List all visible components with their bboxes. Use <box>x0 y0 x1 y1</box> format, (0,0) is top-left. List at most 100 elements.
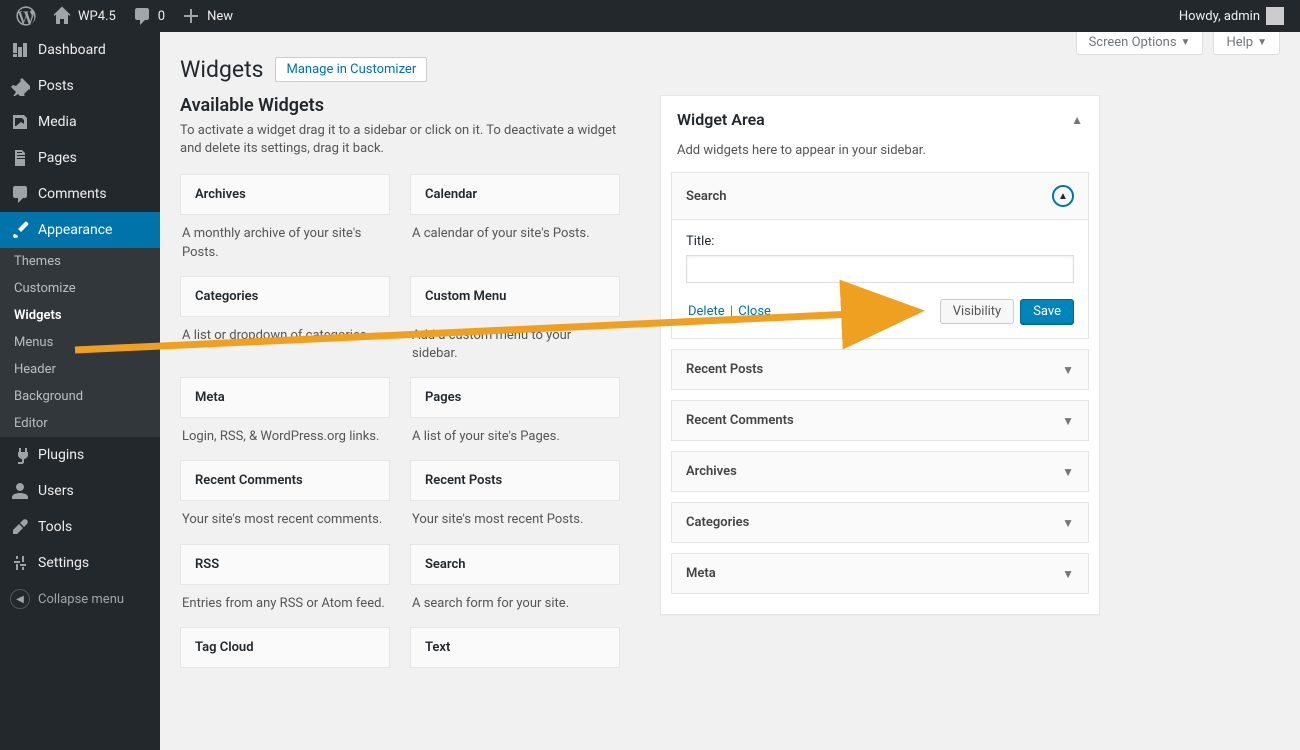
sidebar-item-label: Settings <box>38 555 89 571</box>
sidebar-widget: Archives▼ <box>671 451 1089 492</box>
available-widget[interactable]: Text <box>410 627 620 668</box>
pages-icon <box>10 148 30 168</box>
widget-name: Custom Menu <box>410 276 620 317</box>
available-widget[interactable]: Recent PostsYour site's most recent Post… <box>410 460 620 529</box>
available-widget[interactable]: ArchivesA monthly archive of your site's… <box>180 174 390 261</box>
sidebar-item-label: Comments <box>38 186 107 202</box>
pin-icon <box>10 76 30 96</box>
chevron-down-icon: ▼ <box>1257 37 1267 48</box>
sub-item-widgets[interactable]: Widgets <box>0 302 160 329</box>
screen-options-tab[interactable]: Screen Options▼ <box>1076 32 1204 55</box>
help-label: Help <box>1226 35 1253 50</box>
sidebar-widget-search: Search ▲ Title: Delete | Close <box>671 172 1089 339</box>
close-link[interactable]: Close <box>738 304 771 319</box>
widget-desc: A monthly archive of your site's Posts. <box>180 215 390 261</box>
widget-desc: A list of your site's Pages. <box>410 418 620 446</box>
available-widget[interactable]: Custom MenuAdd a custom menu to your sid… <box>410 276 620 363</box>
sub-item-editor[interactable]: Editor <box>0 410 160 437</box>
settings-icon <box>10 553 30 573</box>
comments-menu[interactable]: 0 <box>124 0 173 32</box>
available-widget[interactable]: Tag Cloud <box>180 627 390 668</box>
sidebar-item-appearance[interactable]: Appearance <box>0 212 160 248</box>
collapse-menu[interactable]: ◀Collapse menu <box>0 581 160 617</box>
content-area: Screen Options▼ Help▼ Widgets Manage in … <box>160 32 1300 750</box>
widget-desc: Add a custom menu to your sidebar. <box>410 317 620 363</box>
sub-item-menus[interactable]: Menus <box>0 329 160 356</box>
new-content-menu[interactable]: New <box>173 0 241 32</box>
media-icon <box>10 112 30 132</box>
sidebar-item-plugins[interactable]: Plugins <box>0 437 160 473</box>
sidebar-item-label: Plugins <box>38 447 84 463</box>
sidebar-item-settings[interactable]: Settings <box>0 545 160 581</box>
sidebar-item-posts[interactable]: Posts <box>0 68 160 104</box>
wordpress-icon <box>16 6 36 26</box>
sidebar-item-tools[interactable]: Tools <box>0 509 160 545</box>
wp-logo[interactable] <box>8 0 44 32</box>
sidebar-item-dashboard[interactable]: Dashboard <box>0 32 160 68</box>
sidebar-widget: Recent Comments▼ <box>671 400 1089 441</box>
available-widget[interactable]: RSSEntries from any RSS or Atom feed. <box>180 544 390 613</box>
save-button[interactable]: Save <box>1020 299 1074 324</box>
wrench-icon <box>10 517 30 537</box>
chevron-up-icon: ▲ <box>1071 113 1083 127</box>
sub-item-themes[interactable]: Themes <box>0 248 160 275</box>
sub-item-header[interactable]: Header <box>0 356 160 383</box>
widget-header[interactable]: Recent Posts▼ <box>672 350 1088 389</box>
widget-header[interactable]: Recent Comments▼ <box>672 401 1088 440</box>
chevron-down-icon: ▼ <box>1062 567 1074 581</box>
widget-desc: Entries from any RSS or Atom feed. <box>180 585 390 613</box>
widget-area-panel: Widget Area ▲ Add widgets here to appear… <box>660 95 1100 615</box>
title-label: Title: <box>686 234 1074 249</box>
title-input[interactable] <box>686 255 1074 283</box>
widget-name: Tag Cloud <box>180 627 390 668</box>
available-widgets-desc: To activate a widget drag it to a sideba… <box>180 122 620 158</box>
plus-icon <box>181 6 201 26</box>
widget-name: Search <box>410 544 620 585</box>
visibility-button[interactable]: Visibility <box>940 299 1015 324</box>
home-icon <box>52 6 72 26</box>
sidebar-item-comments[interactable]: Comments <box>0 176 160 212</box>
sub-item-background[interactable]: Background <box>0 383 160 410</box>
manage-in-customizer-link[interactable]: Manage in Customizer <box>275 57 427 82</box>
widget-header[interactable]: Categories▼ <box>672 503 1088 542</box>
widget-name: Recent Comments <box>180 460 390 501</box>
page-title: Widgets Manage in Customizer <box>180 56 1280 83</box>
available-widget[interactable]: CalendarA calendar of your site's Posts. <box>410 174 620 261</box>
plug-icon <box>10 445 30 465</box>
site-menu[interactable]: WP4.5 <box>44 0 124 32</box>
available-widget[interactable]: PagesA list of your site's Pages. <box>410 377 620 446</box>
chevron-down-icon: ▼ <box>1062 414 1074 428</box>
collapse-icon: ◀ <box>10 589 30 609</box>
delete-link[interactable]: Delete <box>688 304 725 319</box>
admin-toolbar: WP4.5 0 New Howdy, admin <box>0 0 1300 32</box>
comment-icon <box>10 184 30 204</box>
available-widget[interactable]: SearchA search form for your site. <box>410 544 620 613</box>
dashboard-icon <box>10 40 30 60</box>
chevron-down-icon: ▼ <box>1062 363 1074 377</box>
help-tab[interactable]: Help ▼ <box>1213 32 1280 55</box>
widget-header[interactable]: Search ▲ <box>672 173 1088 219</box>
new-label: New <box>207 9 233 24</box>
widget-area-header[interactable]: Widget Area ▲ <box>661 96 1099 143</box>
widget-name: Calendar <box>410 174 620 215</box>
available-widgets-heading: Available Widgets <box>180 95 620 116</box>
widget-header[interactable]: Archives▼ <box>672 452 1088 491</box>
widget-name: Text <box>410 627 620 668</box>
sidebar-item-media[interactable]: Media <box>0 104 160 140</box>
account-menu[interactable]: Howdy, admin <box>1171 0 1292 32</box>
comments-count: 0 <box>158 9 165 24</box>
avatar-icon <box>1266 7 1284 25</box>
sidebar-item-users[interactable]: Users <box>0 473 160 509</box>
available-widget[interactable]: CategoriesA list or dropdown of categori… <box>180 276 390 363</box>
widget-area-desc: Add widgets here to appear in your sideb… <box>661 143 1099 172</box>
available-widget[interactable]: Recent CommentsYour site's most recent c… <box>180 460 390 529</box>
sidebar-item-label: Users <box>38 483 74 499</box>
collapse-toggle-icon[interactable]: ▲ <box>1052 185 1074 207</box>
available-widget[interactable]: MetaLogin, RSS, & WordPress.org links. <box>180 377 390 446</box>
sub-item-customize[interactable]: Customize <box>0 275 160 302</box>
screen-options-label: Screen Options <box>1089 35 1177 50</box>
widget-name: Recent Posts <box>410 460 620 501</box>
sidebar-item-pages[interactable]: Pages <box>0 140 160 176</box>
widget-header[interactable]: Meta▼ <box>672 554 1088 593</box>
user-icon <box>10 481 30 501</box>
